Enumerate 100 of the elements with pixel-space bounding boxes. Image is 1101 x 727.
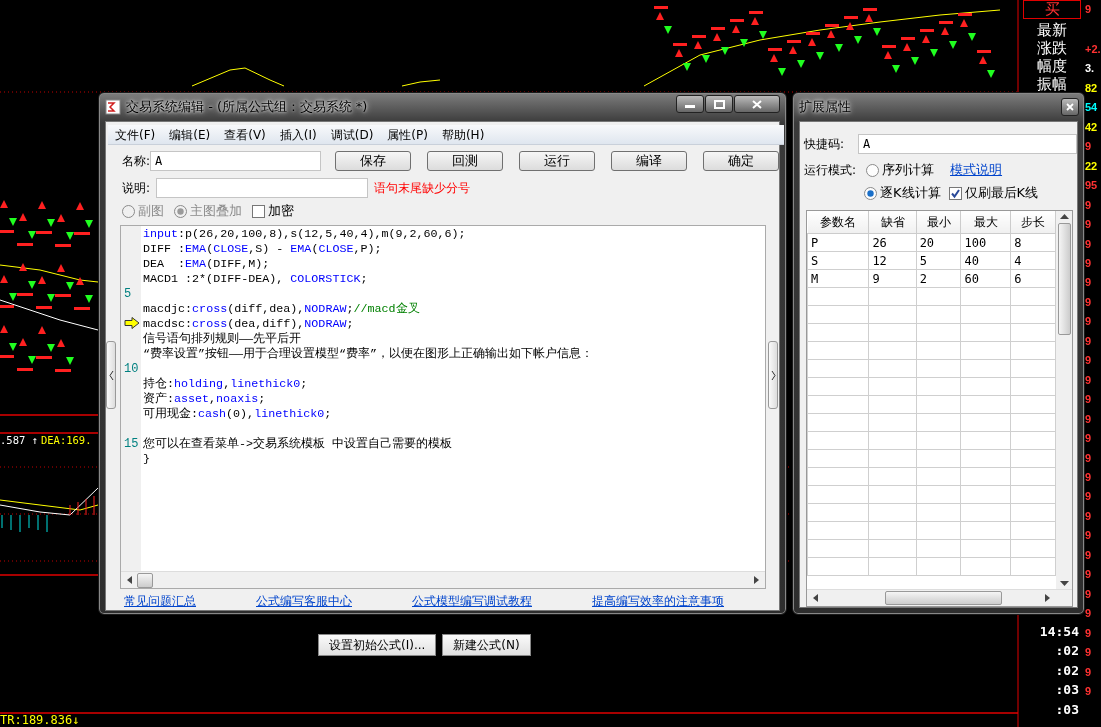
menu-item[interactable]: 编辑(E) [162,125,218,144]
code-line: macdsc:cross(dea,diff),NODRAW; [143,316,354,331]
help-link[interactable]: 提高编写效率的注意事项 [592,593,724,610]
time-label: :03 [1055,681,1079,699]
table-cell: 6 [1010,269,1056,288]
indicator-readout: .587 ↑ [0,434,38,446]
menu-item[interactable]: 文件(F) [108,125,163,144]
scrollbar-thumb[interactable] [1057,223,1071,335]
help-link[interactable]: 公式编写客服中心 [256,593,352,610]
close-button[interactable] [1061,98,1079,116]
toolbar-button[interactable]: 保存 [335,151,411,171]
quote-label: 涨跌 [1037,39,1067,57]
quote-value: 9 [1085,353,1093,369]
collapse-button[interactable] [106,341,116,409]
indicator-readout: TR:189.836↓ [0,713,80,727]
option-label: 逐K线计算 [880,184,941,202]
scroll-left-icon[interactable] [811,593,821,603]
menu-item[interactable]: 插入(I) [272,125,324,144]
quote-value: 9 [1085,372,1093,388]
quote-value: 9 [1085,547,1093,563]
quote-value: 9 [1085,528,1093,544]
option-label: 主图叠加 [190,202,242,220]
collapse-button[interactable] [768,341,778,409]
toolbar-button[interactable]: 确定 [703,151,779,171]
scroll-left-icon[interactable] [125,575,135,585]
column-header[interactable]: 步长 [1010,211,1056,234]
chevron-left-icon [108,370,114,380]
field-label: 快捷码: [804,135,845,153]
indicator-readout: DEA:169. [40,434,92,446]
quote-value: +2. [1085,42,1101,57]
help-link[interactable]: 公式模型编写调试教程 [412,593,532,610]
quote-value: 9 [1085,197,1093,213]
scroll-right-icon[interactable] [751,575,761,585]
toolbar-button[interactable]: 回测 [427,151,503,171]
code-line: 持仓:holding,linethick0; [143,376,308,391]
toolbar-button[interactable]: 运行 [519,151,595,171]
formula-app-icon [105,99,121,115]
minimize-button[interactable] [676,95,704,113]
table-cell: 12 [868,251,917,270]
column-header[interactable]: 参数名 [807,211,869,234]
column-header: 买 [1023,0,1081,19]
radio-button[interactable] [866,163,880,177]
code-line: } [143,451,150,466]
radio-button[interactable] [864,186,877,200]
quote-value: 9 [1085,606,1093,622]
time-label: :03 [1055,700,1079,719]
menu-item[interactable]: 调试(D) [323,125,381,144]
quote-value: 9 [1085,586,1093,602]
menu-item[interactable]: 帮助(H) [434,125,492,144]
help-link[interactable]: 模式说明 [950,161,1003,179]
quote-value: 9 [1085,683,1093,699]
quote-value: 9 [1085,333,1093,349]
quote-value: 9 [1085,431,1093,447]
menu-item[interactable]: 属性(P) [380,125,435,144]
maximize-icon [713,99,725,109]
formula-button[interactable]: 设置初始公式(I)... [318,634,437,656]
table-cell: 100 [960,233,1011,252]
option-label: 序列计算 [882,161,935,179]
code-line: MACD1 :2*(DIFF-DEA), COLORSTICK; [143,271,368,286]
line-number: 5 [124,286,132,301]
code-line: 可用现金:cash(0),linethick0; [143,406,332,421]
shortcut-field[interactable]: A [858,134,1077,154]
maximize-button[interactable] [705,95,733,113]
quote-label: 最新 [1037,21,1067,39]
toolbar-button[interactable]: 编译 [611,151,687,171]
table-cell: M [807,269,869,288]
description-field[interactable] [156,178,368,198]
window-title: 交易系统编辑 - (所属公式组 : 交易系统 *) [126,98,368,116]
column-header[interactable]: 最小 [916,211,961,234]
quote-value: 9 [1085,217,1093,233]
column-header[interactable]: 最大 [960,211,1011,234]
time-label: :02 [1055,642,1079,660]
scrollbar-thumb[interactable] [885,591,1002,605]
formula-button[interactable]: 新建公式(N) [442,634,531,656]
code-line: 您可以在查看菜单->交易系统模板 中设置自己需要的模板 [143,436,453,451]
quote-value: 9 [1085,645,1093,661]
code-editor[interactable] [120,225,766,589]
name-field[interactable]: A [150,151,321,171]
option-label: 加密 [268,202,294,220]
quote-value: 95 [1085,178,1099,194]
scroll-up-icon[interactable] [1059,213,1069,219]
scroll-down-icon[interactable] [1059,581,1069,587]
code-line: macdjc:cross(diff,dea),NODRAW;//macd金叉 [143,301,420,316]
quote-value: 9 [1085,450,1093,466]
scrollbar-thumb[interactable] [137,572,153,588]
scroll-right-icon[interactable] [1042,593,1052,603]
help-link[interactable]: 常见问题汇总 [124,593,196,610]
column-header[interactable]: 缺省 [868,211,917,234]
field-label: 说明: [122,179,152,197]
menu-item[interactable]: 查看(V) [217,125,273,144]
quote-value: 9 [1085,139,1093,155]
code-line: 信号语句排列规则——先平后开 [143,331,302,346]
quote-value: 54 [1085,100,1099,116]
close-button[interactable] [734,95,780,113]
option-label: 仅刷最后K线 [964,184,1039,202]
quote-label: 振幅 [1037,75,1067,93]
checkbox[interactable] [948,186,962,200]
table-cell: P [807,233,869,252]
table-cell: 40 [960,251,1011,270]
checkbox[interactable] [252,204,265,218]
